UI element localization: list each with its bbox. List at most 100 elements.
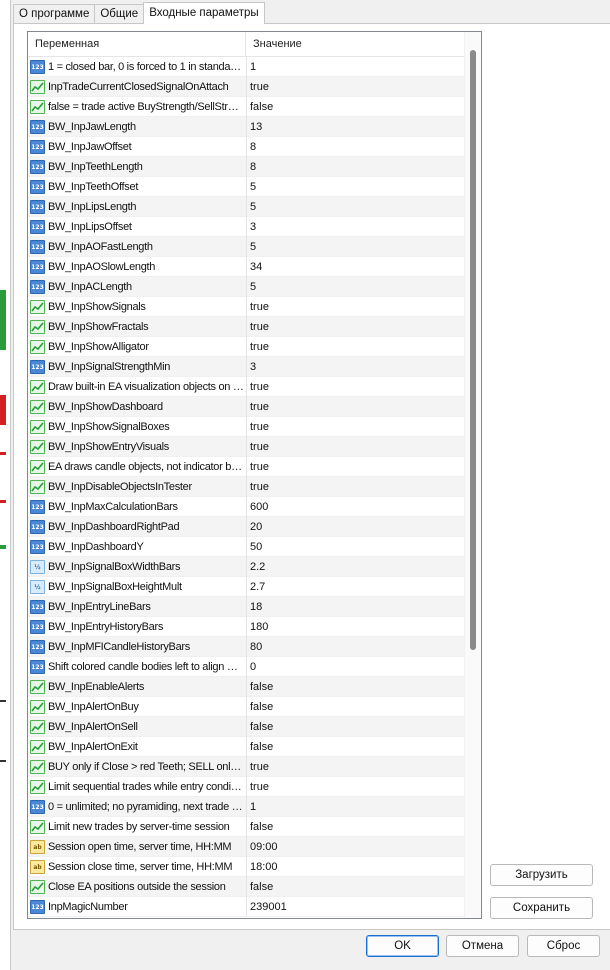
parameter-value[interactable]: 09:00: [249, 837, 459, 857]
parameter-row[interactable]: BW_InpEnableAlerts false: [28, 677, 465, 697]
parameter-row[interactable]: Limit sequential trades while entry cond…: [28, 777, 465, 797]
parameter-value[interactable]: false: [249, 817, 459, 837]
parameter-row[interactable]: BW_InpShowSignalBoxes true: [28, 417, 465, 437]
parameter-row[interactable]: InpTradeCurrentClosedSignalOnAttach true: [28, 77, 465, 97]
parameter-value[interactable]: 2.2: [249, 557, 459, 577]
parameter-row[interactable]: ab Session open time, server time, HH:MM 0…: [28, 837, 465, 857]
parameter-value[interactable]: 0: [249, 657, 459, 677]
parameter-row[interactable]: 123 BW_InpEntryHistoryBars 180: [28, 617, 465, 637]
parameter-row[interactable]: 123 1 = closed bar, 0 is forced to 1 in s…: [28, 57, 465, 77]
parameter-value[interactable]: true: [249, 757, 459, 777]
parameter-value[interactable]: 5: [249, 197, 459, 217]
parameter-row[interactable]: 123 BW_InpLipsLength 5: [28, 197, 465, 217]
parameter-value[interactable]: true: [249, 377, 459, 397]
parameter-value[interactable]: true: [249, 777, 459, 797]
vertical-scrollbar[interactable]: [464, 32, 481, 918]
parameter-value[interactable]: false: [249, 717, 459, 737]
parameter-row[interactable]: BUY only if Close > red Teeth; SELL only…: [28, 757, 465, 777]
parameter-row[interactable]: Close EA positions outside the session fa…: [28, 877, 465, 897]
parameter-value[interactable]: false: [249, 737, 459, 757]
cancel-button[interactable]: Отмена: [446, 935, 519, 957]
parameter-row[interactable]: 123 0 = unlimited; no pyramiding, next tr…: [28, 797, 465, 817]
parameter-row[interactable]: 123 BW_InpDashboardRightPad 20: [28, 517, 465, 537]
parameter-value[interactable]: 180: [249, 617, 459, 637]
parameter-row[interactable]: 123 BW_InpTeethLength 8: [28, 157, 465, 177]
parameter-value[interactable]: 600: [249, 497, 459, 517]
load-button[interactable]: Загрузить: [490, 864, 593, 886]
parameter-value[interactable]: true: [249, 397, 459, 417]
parameter-value[interactable]: 239001: [249, 897, 459, 917]
tab-about[interactable]: О программе: [13, 4, 96, 24]
integer-type-icon: 123: [30, 160, 45, 174]
parameter-value[interactable]: 3: [249, 217, 459, 237]
parameter-row[interactable]: BW_InpAlertOnExit false: [28, 737, 465, 757]
parameter-row[interactable]: ab Session close time, server time, HH:MM…: [28, 857, 465, 877]
parameter-row[interactable]: BW_InpShowDashboard true: [28, 397, 465, 417]
column-divider: [246, 837, 247, 857]
reset-button[interactable]: Сброс: [527, 935, 600, 957]
column-header-value[interactable]: Значение: [246, 32, 465, 57]
parameter-row[interactable]: 123 Shift colored candle bodies left to a…: [28, 657, 465, 677]
parameter-value[interactable]: false: [249, 697, 459, 717]
parameter-row[interactable]: BW_InpAlertOnSell false: [28, 717, 465, 737]
parameter-value[interactable]: 5: [249, 277, 459, 297]
parameter-value[interactable]: 20: [249, 517, 459, 537]
parameter-row[interactable]: 123 BW_InpAOSlowLength 34: [28, 257, 465, 277]
parameter-value[interactable]: 13: [249, 117, 459, 137]
parameter-value[interactable]: 5: [249, 237, 459, 257]
parameter-value[interactable]: 18: [249, 597, 459, 617]
parameter-value[interactable]: true: [249, 317, 459, 337]
parameter-value[interactable]: 34: [249, 257, 459, 277]
parameter-value[interactable]: 2.7: [249, 577, 459, 597]
parameter-value[interactable]: true: [249, 337, 459, 357]
parameter-row[interactable]: BW_InpShowFractals true: [28, 317, 465, 337]
parameter-row[interactable]: BW_InpShowAlligator true: [28, 337, 465, 357]
parameter-row[interactable]: 123 BW_InpDashboardY 50: [28, 537, 465, 557]
parameter-value[interactable]: false: [249, 97, 459, 117]
parameter-value[interactable]: true: [249, 477, 459, 497]
parameter-row[interactable]: 123 BW_InpJawLength 13: [28, 117, 465, 137]
parameter-row[interactable]: BW_InpAlertOnBuy false: [28, 697, 465, 717]
parameter-row[interactable]: 123 BW_InpJawOffset 8: [28, 137, 465, 157]
parameter-value[interactable]: true: [249, 437, 459, 457]
parameter-value[interactable]: true: [249, 417, 459, 437]
parameter-row[interactable]: 123 BW_InpEntryLineBars 18: [28, 597, 465, 617]
parameter-row[interactable]: 123 BW_InpACLength 5: [28, 277, 465, 297]
parameter-value[interactable]: 1: [249, 797, 459, 817]
parameter-row[interactable]: BW_InpDisableObjectsInTester true: [28, 477, 465, 497]
parameter-row[interactable]: ½ BW_InpSignalBoxHeightMult 2.7: [28, 577, 465, 597]
parameter-value[interactable]: 1: [249, 57, 459, 77]
tab-common[interactable]: Общие: [94, 4, 145, 24]
ok-button[interactable]: OK: [366, 935, 439, 957]
parameter-row[interactable]: 123 InpMagicNumber 239001: [28, 897, 465, 917]
parameter-value[interactable]: 50: [249, 537, 459, 557]
parameter-row[interactable]: ½ BW_InpSignalBoxWidthBars 2.2: [28, 557, 465, 577]
parameter-row[interactable]: 123 BW_InpMFICandleHistoryBars 80: [28, 637, 465, 657]
parameter-value[interactable]: true: [249, 457, 459, 477]
column-header-variable[interactable]: Переменная: [28, 32, 246, 57]
parameter-value[interactable]: 18:00: [249, 857, 459, 877]
save-button[interactable]: Сохранить: [490, 897, 593, 919]
parameter-row[interactable]: 123 BW_InpSignalStrengthMin 3: [28, 357, 465, 377]
parameter-value[interactable]: true: [249, 297, 459, 317]
parameter-row[interactable]: BW_InpShowEntryVisuals true: [28, 437, 465, 457]
parameter-value[interactable]: false: [249, 677, 459, 697]
parameter-row[interactable]: false = trade active BuyStrength/SellStr…: [28, 97, 465, 117]
parameter-value[interactable]: 8: [249, 137, 459, 157]
parameter-value[interactable]: true: [249, 77, 459, 97]
parameter-row[interactable]: 123 BW_InpLipsOffset 3: [28, 217, 465, 237]
parameter-row[interactable]: 123 BW_InpTeethOffset 5: [28, 177, 465, 197]
tab-inputs[interactable]: Входные параметры: [143, 2, 265, 24]
parameter-value[interactable]: 80: [249, 637, 459, 657]
parameter-row[interactable]: 123 BW_InpAOFastLength 5: [28, 237, 465, 257]
parameter-value[interactable]: false: [249, 877, 459, 897]
parameter-row[interactable]: BW_InpShowSignals true: [28, 297, 465, 317]
parameter-value[interactable]: 5: [249, 177, 459, 197]
parameter-row[interactable]: Limit new trades by server-time session f…: [28, 817, 465, 837]
parameter-row[interactable]: Draw built-in EA visualization objects o…: [28, 377, 465, 397]
parameter-row[interactable]: 123 BW_InpMaxCalculationBars 600: [28, 497, 465, 517]
parameter-row[interactable]: EA draws candle objects, not indicator b…: [28, 457, 465, 477]
parameter-value[interactable]: 3: [249, 357, 459, 377]
scrollbar-thumb[interactable]: [470, 50, 476, 650]
parameter-value[interactable]: 8: [249, 157, 459, 177]
